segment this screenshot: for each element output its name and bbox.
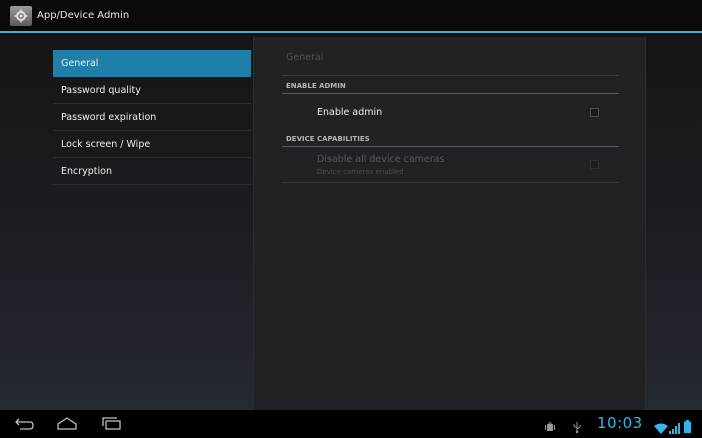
app-title: App/Device Admin xyxy=(37,10,130,21)
header-item-encryption[interactable]: Encryption xyxy=(53,158,251,185)
action-bar: App/Device Admin xyxy=(0,0,702,33)
category-header-device-capabilities: DEVICE CAPABILITIES xyxy=(286,135,370,143)
status-clock: 10:03 xyxy=(597,414,643,432)
header-item-label: General xyxy=(61,58,99,69)
battery-icon xyxy=(684,418,691,437)
usb-icon xyxy=(572,418,582,437)
divider xyxy=(282,93,619,94)
wifi-icon xyxy=(654,419,668,438)
header-item-label: Password expiration xyxy=(61,111,157,123)
header-item-label: Lock screen / Wipe xyxy=(61,138,151,150)
header-item-label: Encryption xyxy=(61,165,113,177)
header-item-label: Password quality xyxy=(61,84,141,96)
signal-icon xyxy=(669,419,680,438)
header-item-password-expiration[interactable]: Password expiration xyxy=(53,104,251,131)
divider xyxy=(282,182,619,183)
back-icon[interactable] xyxy=(12,416,36,432)
category-header-enable-admin: ENABLE ADMIN xyxy=(286,82,346,90)
enable-admin-checkbox[interactable] xyxy=(590,108,599,117)
disable-cameras-checkbox[interactable] xyxy=(590,160,599,169)
panel-title: General xyxy=(286,52,324,63)
android-debug-icon xyxy=(545,418,555,437)
divider xyxy=(282,146,619,147)
pref-title: Disable all device cameras xyxy=(317,154,445,165)
settings-folder-icon[interactable] xyxy=(10,5,32,26)
header-item-password-quality[interactable]: Password quality xyxy=(53,77,251,104)
pref-title: Enable admin xyxy=(317,107,383,118)
divider xyxy=(282,75,619,76)
pref-summary: Device cameras enabled xyxy=(317,168,404,176)
preference-panel: General ENABLE ADMIN Enable admin DEVICE… xyxy=(253,37,646,410)
settings-content: General Password quality Password expira… xyxy=(0,35,702,410)
system-navigation-bar: 10:03 xyxy=(0,410,702,438)
header-item-general[interactable]: General xyxy=(53,50,251,77)
recent-apps-icon[interactable] xyxy=(100,416,124,432)
preference-headers-list: General Password quality Password expira… xyxy=(53,50,251,185)
home-icon[interactable] xyxy=(55,416,79,432)
header-item-lock-screen-wipe[interactable]: Lock screen / Wipe xyxy=(53,131,251,158)
